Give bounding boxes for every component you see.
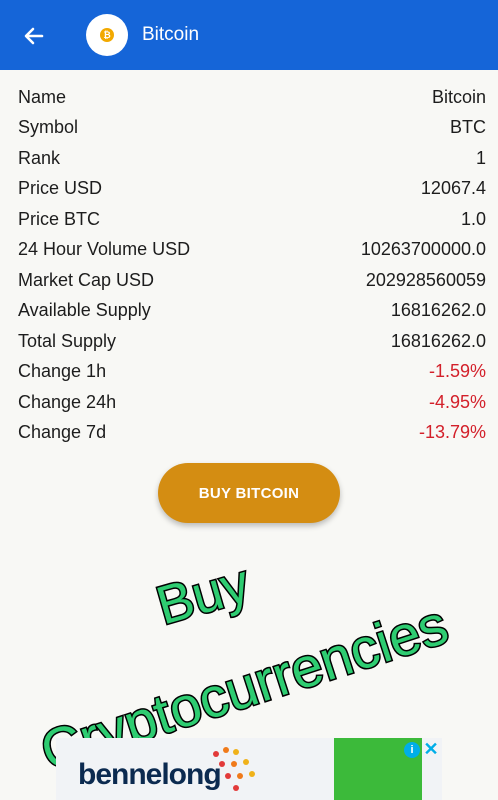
detail-row: 24 Hour Volume USD 10263700000.0 (18, 235, 486, 266)
detail-row: Symbol BTC (18, 113, 486, 144)
detail-value: 202928560059 (365, 269, 486, 290)
detail-label: Rank (18, 147, 61, 168)
detail-row: Price USD 12067.4 (18, 174, 486, 205)
detail-value: Bitcoin (431, 86, 486, 107)
detail-row: Market Cap USD 202928560059 (18, 265, 486, 296)
bitcoin-coin-icon: ₿ (100, 28, 114, 42)
detail-row: Total Supply 16816262.0 (18, 326, 486, 357)
detail-value: 10263700000.0 (360, 239, 486, 260)
detail-row: Price BTC 1.0 (18, 204, 486, 235)
bitcoin-avatar: ₿ (86, 14, 128, 56)
detail-value: 1 (475, 147, 486, 168)
detail-label: Name (18, 86, 67, 107)
detail-value: 1.0 (460, 208, 486, 229)
detail-row: Rank 1 (18, 143, 486, 174)
back-arrow-icon[interactable] (20, 22, 48, 50)
detail-label: Available Supply (18, 300, 151, 321)
detail-label: Change 24h (18, 391, 117, 412)
detail-value: BTC (450, 117, 486, 138)
detail-label: Market Cap USD (18, 269, 155, 290)
detail-value: -13.79% (418, 422, 486, 443)
detail-value: -4.95% (428, 391, 486, 412)
app-bar: ₿ Bitcoin (0, 0, 498, 70)
coin-details-panel: Name Bitcoin Symbol BTC Rank 1 Price USD 12067.… (0, 70, 498, 800)
ad-banner[interactable]: bennelong i ✕ (56, 738, 442, 800)
detail-label: Price BTC (18, 208, 101, 229)
ad-dots-graphic (213, 747, 255, 791)
details-list: Name Bitcoin Symbol BTC Rank 1 Price USD 12067.… (18, 82, 486, 448)
detail-row: Change 1h -1.59% (18, 357, 486, 388)
detail-label: 24 Hour Volume USD (18, 239, 191, 260)
page-title: Bitcoin (142, 24, 200, 45)
detail-label: Price USD (18, 178, 103, 199)
detail-row: Change 24h -4.95% (18, 387, 486, 418)
buy-bitcoin-button[interactable]: BUY BITCOIN (158, 463, 340, 523)
ad-close-icon[interactable]: ✕ (422, 740, 440, 758)
detail-row: Available Supply 16816262.0 (18, 296, 486, 327)
detail-value: 12067.4 (420, 178, 486, 199)
detail-value: -1.59% (428, 361, 486, 382)
detail-row: Name Bitcoin (18, 82, 486, 113)
detail-label: Change 1h (18, 361, 107, 382)
ad-brand-logo: bennelong (78, 758, 222, 791)
detail-label: Total Supply (18, 330, 117, 351)
detail-value: 16816262.0 (390, 300, 486, 321)
detail-row: Change 7d -13.79% (18, 418, 486, 449)
detail-label: Symbol (18, 117, 79, 138)
detail-label: Change 7d (18, 422, 107, 443)
detail-value: 16816262.0 (390, 330, 486, 351)
ad-info-icon[interactable]: i (404, 742, 420, 758)
